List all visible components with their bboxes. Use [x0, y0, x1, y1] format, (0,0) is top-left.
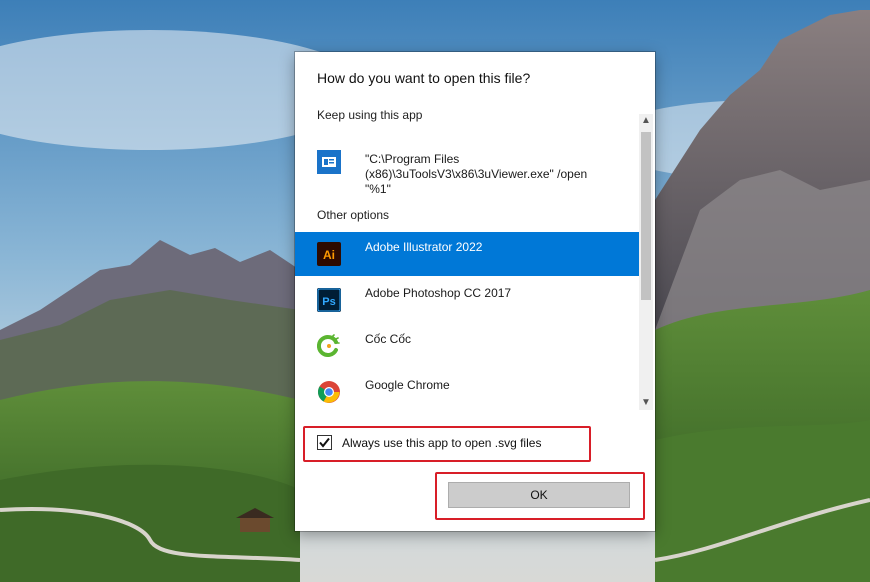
app-item-label: "C:\Program Files (x86)\3uToolsV3\x86\3u…	[365, 152, 587, 197]
dialog-title: How do you want to open this file?	[317, 70, 531, 86]
app-item-label: Cốc Cốc	[365, 332, 412, 346]
always-use-checkbox[interactable]	[317, 435, 332, 450]
app-item-label: Adobe Photoshop CC 2017	[365, 286, 512, 300]
app-item-3uviewer[interactable]: "C:\Program Files (x86)\3uToolsV3\x86\3u…	[295, 136, 639, 198]
scroll-up-arrow-icon[interactable]: ▲	[639, 114, 653, 128]
other-options-header: Other options	[317, 208, 390, 222]
ok-button[interactable]: OK	[448, 482, 630, 508]
app-list: "C:\Program Files (x86)\3uToolsV3\x86\3u…	[295, 122, 639, 416]
coc-coc-browser-icon	[316, 334, 341, 358]
svg-text:Ps: Ps	[322, 296, 335, 308]
app-item-illustrator[interactable]: Ai Adobe Illustrator 2022	[295, 232, 639, 276]
app-item-label: Google Chrome	[365, 378, 450, 392]
always-use-checkbox-label: Always use this app to open .svg files	[342, 435, 542, 450]
app-path-line-3: "%1"	[365, 182, 391, 196]
app-path-line-2: (x86)\3uToolsV3\x86\3uViewer.exe" /open	[365, 167, 588, 181]
app-path-line-1: "C:\Program Files	[365, 152, 460, 166]
keep-using-header: Keep using this app	[317, 108, 423, 122]
app-item-coccoc[interactable]: Cốc Cốc	[295, 324, 639, 368]
list-scrollbar[interactable]: ▲ ▼	[639, 114, 653, 410]
app-item-photoshop[interactable]: Ps Adobe Photoshop CC 2017	[295, 278, 639, 322]
scroll-down-arrow-icon[interactable]: ▼	[639, 396, 653, 410]
svg-text:Ai: Ai	[323, 248, 335, 262]
adobe-illustrator-icon: Ai	[317, 242, 341, 266]
generic-app-window-icon	[317, 150, 341, 174]
google-chrome-icon	[317, 380, 341, 404]
checkmark-icon	[319, 437, 330, 448]
always-use-checkbox-row[interactable]: Always use this app to open .svg files	[317, 435, 541, 450]
app-item-chrome[interactable]: Google Chrome	[295, 370, 639, 414]
adobe-photoshop-icon: Ps	[317, 288, 341, 312]
app-item-label: Adobe Illustrator 2022	[365, 240, 483, 254]
open-with-dialog: How do you want to open this file? Keep …	[295, 52, 655, 531]
scroll-thumb[interactable]	[641, 132, 651, 300]
